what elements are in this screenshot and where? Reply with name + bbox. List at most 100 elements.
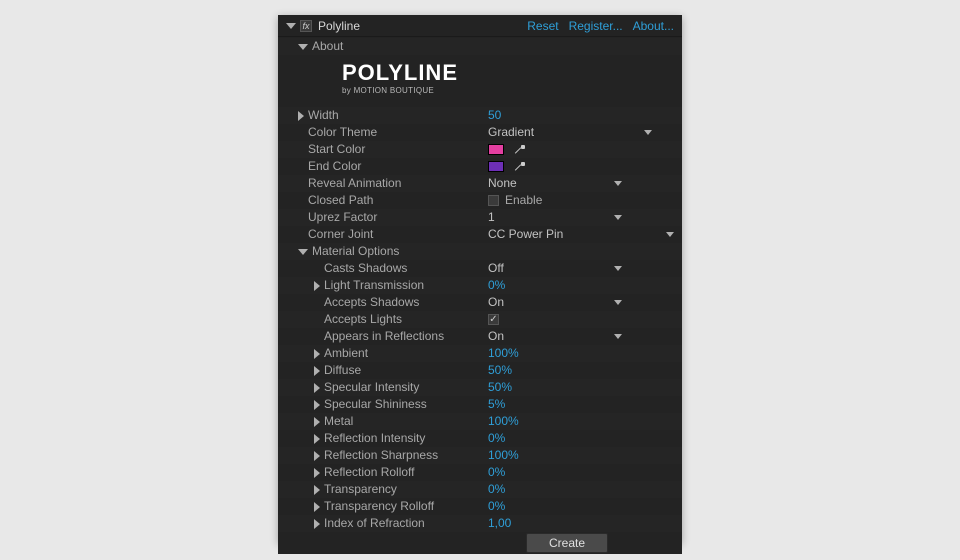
prop-index-of-refraction: Index of Refraction 1,00 [278,515,682,532]
prop-accepts-shadows: Accepts Shadows On [278,294,682,311]
uprez-factor-dropdown[interactable]: 1 [488,209,495,226]
about-group-label: About [312,38,343,55]
specular-shininess-value[interactable]: 5% [488,396,505,413]
color-theme-label: Color Theme [308,124,377,141]
prop-ambient: Ambient 100% [278,345,682,362]
chevron-right-icon[interactable] [314,502,320,512]
transparency-rolloff-value[interactable]: 0% [488,498,505,515]
color-theme-dropdown[interactable]: Gradient [488,124,534,141]
appears-in-reflections-dropdown[interactable]: On [488,328,504,345]
prop-transparency-rolloff: Transparency Rolloff 0% [278,498,682,515]
transparency-value[interactable]: 0% [488,481,505,498]
effect-header: fx Polyline Reset Register... About... [278,15,682,37]
effect-panel: fx Polyline Reset Register... About... A… [278,15,682,543]
prop-start-color: Start Color [278,141,682,158]
reflection-rolloff-value[interactable]: 0% [488,464,505,481]
prop-diffuse: Diffuse 50% [278,362,682,379]
start-color-swatch[interactable] [488,144,504,155]
dropdown-arrow-icon[interactable] [614,181,622,186]
create-button[interactable]: Create [526,533,608,553]
chevron-down-icon [298,44,308,50]
reveal-animation-dropdown[interactable]: None [488,175,517,192]
reset-link[interactable]: Reset [527,19,558,33]
register-link[interactable]: Register... [569,19,623,33]
accepts-lights-label: Accepts Lights [324,311,402,328]
prop-light-transmission: Light Transmission 0% [278,277,682,294]
dropdown-arrow-icon[interactable] [614,334,622,339]
effect-title: Polyline [318,19,517,33]
casts-shadows-dropdown[interactable]: Off [488,260,504,277]
enable-label: Enable [505,192,542,209]
diffuse-label: Diffuse [324,362,361,379]
about-group-header[interactable]: About [278,38,682,55]
prop-reflection-intensity: Reflection Intensity 0% [278,430,682,447]
diffuse-value[interactable]: 50% [488,362,512,379]
start-color-label: Start Color [308,141,365,158]
reflection-rolloff-label: Reflection Rolloff [324,464,415,481]
dropdown-arrow-icon[interactable] [666,232,674,237]
corner-joint-dropdown[interactable]: CC Power Pin [488,226,563,243]
eyedropper-icon[interactable] [512,161,526,172]
prop-color-theme: Color Theme Gradient [278,124,682,141]
closed-path-checkbox[interactable] [488,195,499,206]
collapse-effect-icon[interactable] [286,23,296,29]
chevron-right-icon[interactable] [314,519,320,529]
about-link[interactable]: About... [633,19,674,33]
specular-shininess-label: Specular Shininess [324,396,427,413]
chevron-right-icon[interactable] [314,349,320,359]
specular-intensity-value[interactable]: 50% [488,379,512,396]
chevron-right-icon[interactable] [314,366,320,376]
dropdown-arrow-icon[interactable] [614,300,622,305]
ior-label: Index of Refraction [324,515,425,532]
light-transmission-value[interactable]: 0% [488,277,505,294]
ambient-label: Ambient [324,345,368,362]
end-color-swatch[interactable] [488,161,504,172]
accepts-shadows-dropdown[interactable]: On [488,294,504,311]
dropdown-arrow-icon[interactable] [614,266,622,271]
width-label: Width [308,107,339,124]
prop-transparency: Transparency 0% [278,481,682,498]
light-transmission-label: Light Transmission [324,277,424,294]
accepts-shadows-label: Accepts Shadows [324,294,419,311]
reveal-animation-label: Reveal Animation [308,175,401,192]
chevron-right-icon[interactable] [314,434,320,444]
ior-value[interactable]: 1,00 [488,515,511,532]
chevron-right-icon[interactable] [314,417,320,427]
plugin-logo: POLYLINE by MOTION BOUTIQUE [278,55,682,107]
prop-width: Width 50 [278,107,682,124]
chevron-right-icon[interactable] [314,383,320,393]
eyedropper-icon[interactable] [512,144,526,155]
end-color-label: End Color [308,158,361,175]
material-group-header[interactable]: Material Options [278,243,682,260]
dropdown-arrow-icon[interactable] [614,215,622,220]
appears-in-reflections-label: Appears in Reflections [324,328,444,345]
reflection-intensity-value[interactable]: 0% [488,430,505,447]
closed-path-label: Closed Path [308,192,373,209]
fx-enable-toggle[interactable]: fx [300,20,312,32]
chevron-right-icon[interactable] [314,485,320,495]
chevron-right-icon[interactable] [314,400,320,410]
corner-joint-label: Corner Joint [308,226,373,243]
chevron-right-icon[interactable] [298,111,304,121]
width-value[interactable]: 50 [488,107,501,124]
logo-title: POLYLINE [342,64,458,81]
prop-corner-joint: Corner Joint CC Power Pin [278,226,682,243]
metal-label: Metal [324,413,353,430]
chevron-right-icon[interactable] [314,451,320,461]
metal-value[interactable]: 100% [488,413,519,430]
chevron-right-icon[interactable] [314,468,320,478]
prop-casts-shadows: Casts Shadows Off [278,260,682,277]
create-row: Create [278,532,682,554]
casts-shadows-label: Casts Shadows [324,260,407,277]
transparency-rolloff-label: Transparency Rolloff [324,498,434,515]
prop-metal: Metal 100% [278,413,682,430]
prop-appears-in-reflections: Appears in Reflections On [278,328,682,345]
prop-specular-intensity: Specular Intensity 50% [278,379,682,396]
reflection-sharpness-value[interactable]: 100% [488,447,519,464]
prop-end-color: End Color [278,158,682,175]
dropdown-arrow-icon[interactable] [644,130,652,135]
ambient-value[interactable]: 100% [488,345,519,362]
accepts-lights-checkbox[interactable]: ✓ [488,314,499,325]
transparency-label: Transparency [324,481,397,498]
chevron-right-icon[interactable] [314,281,320,291]
